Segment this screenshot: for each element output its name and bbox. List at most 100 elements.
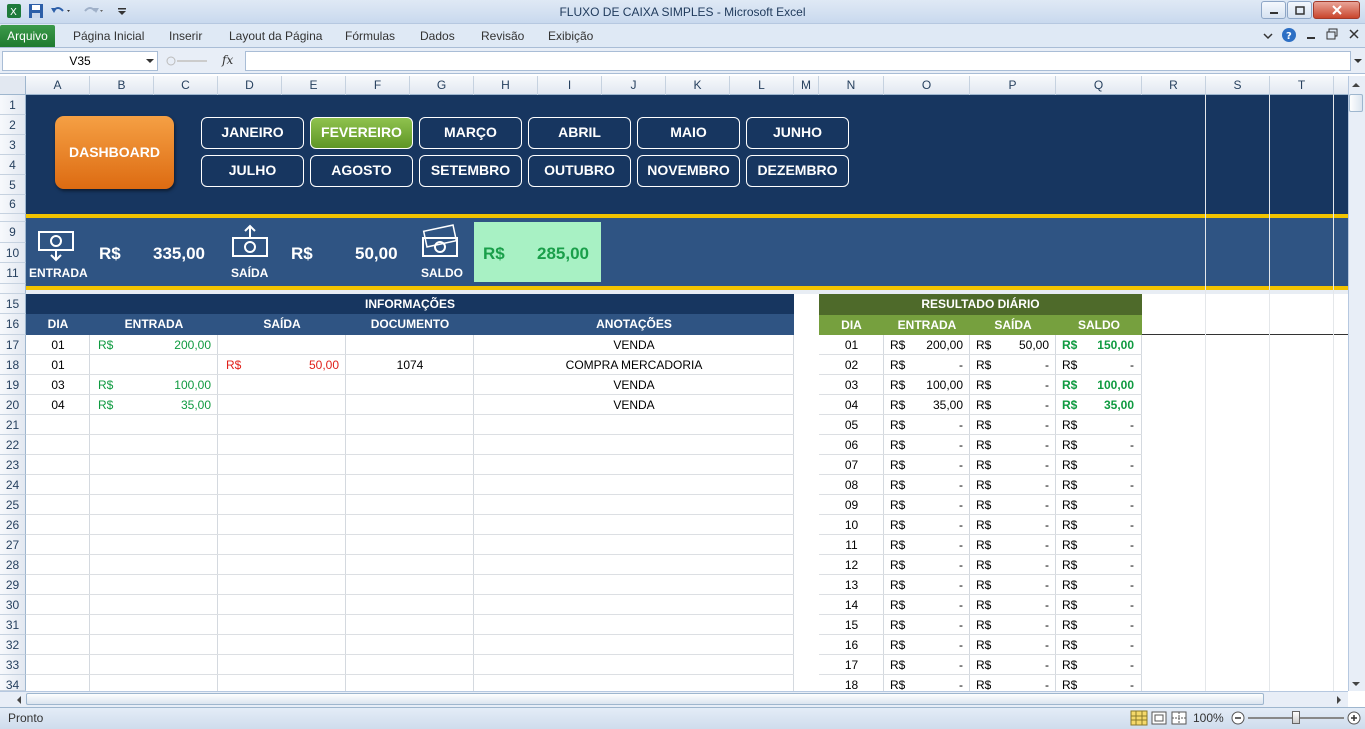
column-header[interactable]: M <box>794 76 819 95</box>
minimize-button[interactable] <box>1261 1 1286 19</box>
daily-cell-entrada[interactable]: - <box>900 415 963 435</box>
month-button-marco[interactable]: MARÇO <box>419 117 522 149</box>
daily-cell-saida[interactable]: - <box>986 635 1049 655</box>
daily-cell-dia[interactable]: 02 <box>819 355 884 375</box>
daily-cell-saida[interactable]: - <box>986 595 1049 615</box>
column-header[interactable]: P <box>970 76 1056 95</box>
month-button-janeiro[interactable]: JANEIRO <box>201 117 304 149</box>
undo-icon[interactable] <box>50 3 72 21</box>
daily-cell-saida[interactable]: - <box>986 475 1049 495</box>
month-button-agosto[interactable]: AGOSTO <box>310 155 413 187</box>
row-header[interactable]: 21 <box>0 415 26 435</box>
restore-button[interactable] <box>1287 1 1312 19</box>
month-button-junho[interactable]: JUNHO <box>746 117 849 149</box>
daily-cell-saldo[interactable]: - <box>1072 435 1134 455</box>
row-header[interactable]: 3 <box>0 135 26 155</box>
row-header[interactable]: 23 <box>0 455 26 475</box>
daily-cell-saida[interactable]: - <box>986 575 1049 595</box>
daily-cell-entrada[interactable]: - <box>900 355 963 375</box>
daily-cell-dia[interactable]: 17 <box>819 655 884 675</box>
daily-cell-dia[interactable]: 03 <box>819 375 884 395</box>
daily-cell-dia[interactable]: 06 <box>819 435 884 455</box>
daily-cell-entrada[interactable]: - <box>900 535 963 555</box>
info-cell-documento[interactable]: 1074 <box>346 355 474 375</box>
daily-cell-entrada[interactable]: - <box>900 595 963 615</box>
row-header[interactable]: 31 <box>0 615 26 635</box>
row-header[interactable]: 33 <box>0 655 26 675</box>
daily-cell-saldo[interactable]: - <box>1072 655 1134 675</box>
row-header[interactable]: 24 <box>0 475 26 495</box>
daily-cell-entrada[interactable]: 200,00 <box>900 335 963 355</box>
daily-cell-saldo[interactable]: - <box>1072 495 1134 515</box>
row-header[interactable]: 9 <box>0 222 26 243</box>
daily-cell-entrada[interactable]: - <box>900 475 963 495</box>
daily-cell-saida[interactable]: - <box>986 435 1049 455</box>
column-header[interactable]: C <box>154 76 218 95</box>
scroll-right-icon[interactable] <box>1334 694 1344 708</box>
workbook-restore-icon[interactable] <box>1326 28 1338 43</box>
daily-cell-saida[interactable]: - <box>986 535 1049 555</box>
column-header[interactable]: A <box>26 76 90 95</box>
info-cell-anotacoes[interactable]: VENDA <box>474 375 794 395</box>
column-header[interactable]: N <box>819 76 884 95</box>
column-header[interactable]: E <box>282 76 346 95</box>
column-header[interactable]: F <box>346 76 410 95</box>
daily-cell-entrada[interactable]: 35,00 <box>900 395 963 415</box>
daily-cell-entrada[interactable]: - <box>900 435 963 455</box>
daily-cell-saldo[interactable]: - <box>1072 475 1134 495</box>
page-layout-view-icon[interactable] <box>1150 710 1168 729</box>
daily-cell-saida[interactable]: - <box>986 655 1049 675</box>
month-button-maio[interactable]: MAIO <box>637 117 740 149</box>
daily-cell-saldo[interactable]: 100,00 <box>1072 375 1134 395</box>
daily-cell-saida[interactable]: 50,00 <box>986 335 1049 355</box>
daily-cell-dia[interactable]: 09 <box>819 495 884 515</box>
row-header[interactable]: 30 <box>0 595 26 615</box>
formula-input[interactable] <box>245 51 1351 71</box>
daily-cell-saldo[interactable]: - <box>1072 415 1134 435</box>
info-cell-dia[interactable]: 01 <box>26 335 90 355</box>
zoom-level[interactable]: 100% <box>1193 711 1224 725</box>
column-header[interactable]: G <box>410 76 474 95</box>
daily-cell-saldo[interactable]: 150,00 <box>1072 335 1134 355</box>
row-header[interactable]: 28 <box>0 555 26 575</box>
row-header[interactable]: 27 <box>0 535 26 555</box>
scroll-down-icon[interactable] <box>1351 678 1361 692</box>
daily-cell-saida[interactable]: - <box>986 455 1049 475</box>
normal-view-icon[interactable] <box>1130 710 1148 729</box>
save-icon[interactable] <box>28 3 44 21</box>
daily-cell-saida[interactable]: - <box>986 375 1049 395</box>
daily-cell-saida[interactable]: - <box>986 555 1049 575</box>
tab-formulas[interactable]: Fórmulas <box>345 29 395 43</box>
row-header[interactable]: 26 <box>0 515 26 535</box>
month-button-novembro[interactable]: NOVEMBRO <box>637 155 740 187</box>
daily-cell-dia[interactable]: 12 <box>819 555 884 575</box>
column-header[interactable]: J <box>602 76 666 95</box>
month-button-setembro[interactable]: SETEMBRO <box>419 155 522 187</box>
column-header[interactable]: L <box>730 76 794 95</box>
column-header[interactable]: I <box>538 76 602 95</box>
formula-bar-resize-icon[interactable] <box>163 53 213 72</box>
month-button-julho[interactable]: JULHO <box>201 155 304 187</box>
daily-cell-entrada[interactable]: - <box>900 455 963 475</box>
daily-cell-saldo[interactable]: - <box>1072 535 1134 555</box>
tab-revisao[interactable]: Revisão <box>481 29 524 43</box>
row-header[interactable]: 17 <box>0 335 26 355</box>
column-header[interactable]: T <box>1270 76 1334 95</box>
name-box-dropdown-icon[interactable] <box>145 55 155 69</box>
row-header[interactable]: 25 <box>0 495 26 515</box>
daily-cell-saldo[interactable]: - <box>1072 675 1134 691</box>
tab-pagina-inicial[interactable]: Página Inicial <box>73 29 144 43</box>
workbook-close-icon[interactable] <box>1348 28 1360 43</box>
daily-cell-saida[interactable]: - <box>986 515 1049 535</box>
row-header[interactable]: 15 <box>0 294 26 314</box>
daily-cell-saldo[interactable]: 35,00 <box>1072 395 1134 415</box>
redo-icon[interactable] <box>82 3 104 21</box>
daily-cell-dia[interactable]: 18 <box>819 675 884 691</box>
daily-cell-saida[interactable]: - <box>986 495 1049 515</box>
daily-cell-dia[interactable]: 11 <box>819 535 884 555</box>
daily-cell-saldo[interactable]: - <box>1072 355 1134 375</box>
row-header[interactable]: 2 <box>0 115 26 135</box>
vertical-scroll-thumb[interactable] <box>1349 94 1363 112</box>
row-header[interactable]: 22 <box>0 435 26 455</box>
info-cell-dia[interactable]: 04 <box>26 395 90 415</box>
